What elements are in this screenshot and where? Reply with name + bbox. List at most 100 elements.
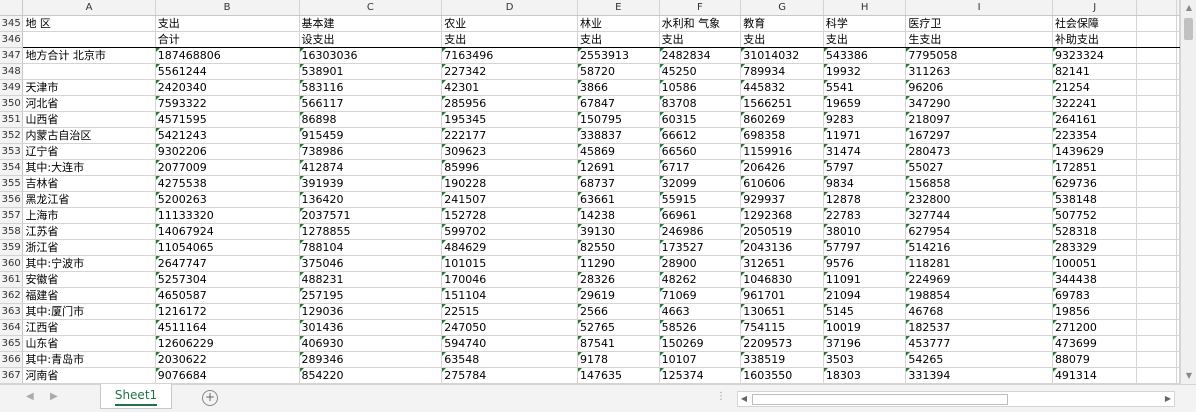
cell-g350[interactable]: 1566251 — [740, 95, 824, 112]
cell-c364[interactable]: 301436 — [299, 319, 443, 336]
cell-a363[interactable]: 其中:厦门市 — [22, 303, 156, 320]
cell-h354[interactable]: 5797 — [823, 159, 907, 176]
select-all-corner[interactable] — [0, 0, 24, 16]
cell-j354[interactable]: 172851 — [1052, 159, 1138, 176]
horizontal-scrollbar[interactable]: ◀ ▶ — [737, 391, 1175, 407]
cell-h359[interactable]: 57797 — [823, 239, 907, 256]
cell-e365[interactable]: 87541 — [577, 335, 660, 352]
cell-j366[interactable]: 88079 — [1052, 351, 1138, 368]
sheet-tab-sheet1[interactable]: Sheet1 — [100, 384, 172, 409]
cell-i357[interactable]: 327744 — [905, 207, 1053, 224]
column-header-c[interactable]: C — [299, 0, 443, 16]
cell-b367[interactable]: 9076684 — [155, 367, 300, 384]
cell-d361[interactable]: 170046 — [441, 271, 579, 288]
cell-b357[interactable]: 11133320 — [155, 207, 300, 224]
empty-cell[interactable] — [1136, 143, 1177, 160]
cell-h347[interactable]: 543386 — [823, 47, 907, 64]
cell-g348[interactable]: 789934 — [740, 63, 824, 80]
cell-b355[interactable]: 4275538 — [155, 175, 300, 192]
cell-e360[interactable]: 11290 — [577, 255, 660, 272]
cell-a354[interactable]: 其中:大连市 — [22, 159, 156, 176]
cell-d353[interactable]: 309623 — [441, 143, 579, 160]
cell-a360[interactable]: 其中:宁波市 — [22, 255, 156, 272]
cell-c363[interactable]: 129036 — [299, 303, 443, 320]
cell-f354[interactable]: 6717 — [659, 159, 742, 176]
cell-c356[interactable]: 136420 — [299, 191, 443, 208]
cell-a350[interactable]: 河北省 — [22, 95, 156, 112]
cell-j355[interactable]: 629736 — [1052, 175, 1138, 192]
empty-cell[interactable] — [1136, 287, 1177, 304]
row-header[interactable]: 345 — [0, 15, 24, 32]
row-header[interactable]: 351 — [0, 111, 24, 128]
empty-cell[interactable] — [1136, 303, 1177, 320]
empty-cell[interactable] — [1136, 207, 1177, 224]
cell-b361[interactable]: 5257304 — [155, 271, 300, 288]
cell-d360[interactable]: 101015 — [441, 255, 579, 272]
empty-cell[interactable] — [1136, 111, 1177, 128]
row-header[interactable]: 348 — [0, 63, 24, 80]
cell-h363[interactable]: 5145 — [823, 303, 907, 320]
column-header-i[interactable]: I — [905, 0, 1053, 16]
cell-a359[interactable]: 浙江省 — [22, 239, 156, 256]
cell-g364[interactable]: 754115 — [740, 319, 824, 336]
cell-i348[interactable]: 311263 — [905, 63, 1053, 80]
column-header-f[interactable]: F — [659, 0, 742, 16]
cell-i363[interactable]: 46768 — [905, 303, 1053, 320]
cell-h358[interactable]: 38010 — [823, 223, 907, 240]
cell-g355[interactable]: 610606 — [740, 175, 824, 192]
cell-h356[interactable]: 12878 — [823, 191, 907, 208]
row-header[interactable]: 355 — [0, 175, 24, 192]
cell-g357[interactable]: 1292368 — [740, 207, 824, 224]
cell-c346[interactable]: 设支出 — [299, 31, 443, 48]
scroll-left-icon[interactable]: ◀ — [738, 392, 750, 406]
cell-a347[interactable]: 地方合计 北京市 — [22, 47, 156, 64]
cell-c348[interactable]: 538901 — [299, 63, 443, 80]
cell-i346[interactable]: 生支出 — [905, 31, 1053, 48]
empty-cell[interactable] — [1136, 127, 1177, 144]
cell-e352[interactable]: 338837 — [577, 127, 660, 144]
cell-f345[interactable]: 水利和 气象 — [659, 15, 742, 32]
row-header[interactable]: 350 — [0, 95, 24, 112]
cell-f356[interactable]: 55915 — [659, 191, 742, 208]
cell-c354[interactable]: 412874 — [299, 159, 443, 176]
cell-i361[interactable]: 224969 — [905, 271, 1053, 288]
cell-a356[interactable]: 黑龙江省 — [22, 191, 156, 208]
cell-b352[interactable]: 5421243 — [155, 127, 300, 144]
cell-c360[interactable]: 375046 — [299, 255, 443, 272]
cell-g345[interactable]: 教育 — [740, 15, 824, 32]
cell-f352[interactable]: 66612 — [659, 127, 742, 144]
empty-cell[interactable] — [1136, 175, 1177, 192]
cell-c350[interactable]: 566117 — [299, 95, 443, 112]
column-header-g[interactable]: G — [740, 0, 824, 16]
cell-e350[interactable]: 67847 — [577, 95, 660, 112]
cell-h350[interactable]: 19659 — [823, 95, 907, 112]
cell-d351[interactable]: 195345 — [441, 111, 579, 128]
row-header[interactable]: 364 — [0, 319, 24, 336]
cell-f365[interactable]: 150269 — [659, 335, 742, 352]
cell-i349[interactable]: 96206 — [905, 79, 1053, 96]
cell-g363[interactable]: 130651 — [740, 303, 824, 320]
cell-a351[interactable]: 山西省 — [22, 111, 156, 128]
cell-j360[interactable]: 100051 — [1052, 255, 1138, 272]
cell-g361[interactable]: 1046830 — [740, 271, 824, 288]
cell-f367[interactable]: 125374 — [659, 367, 742, 384]
row-header[interactable]: 365 — [0, 335, 24, 352]
empty-cell[interactable] — [1136, 79, 1177, 96]
cell-e349[interactable]: 3866 — [577, 79, 660, 96]
cell-c362[interactable]: 257195 — [299, 287, 443, 304]
row-header[interactable]: 357 — [0, 207, 24, 224]
column-header-d[interactable]: D — [441, 0, 579, 16]
cell-e358[interactable]: 39130 — [577, 223, 660, 240]
cell-c359[interactable]: 788104 — [299, 239, 443, 256]
cell-f359[interactable]: 173527 — [659, 239, 742, 256]
cell-h352[interactable]: 11971 — [823, 127, 907, 144]
column-header-j[interactable]: J — [1052, 0, 1138, 16]
cell-e347[interactable]: 2553913 — [577, 47, 660, 64]
cell-c361[interactable]: 488231 — [299, 271, 443, 288]
cell-i362[interactable]: 198854 — [905, 287, 1053, 304]
cell-i365[interactable]: 453777 — [905, 335, 1053, 352]
cell-g366[interactable]: 338519 — [740, 351, 824, 368]
cell-b365[interactable]: 12606229 — [155, 335, 300, 352]
cell-c352[interactable]: 915459 — [299, 127, 443, 144]
cell-b347[interactable]: 187468806 — [155, 47, 300, 64]
